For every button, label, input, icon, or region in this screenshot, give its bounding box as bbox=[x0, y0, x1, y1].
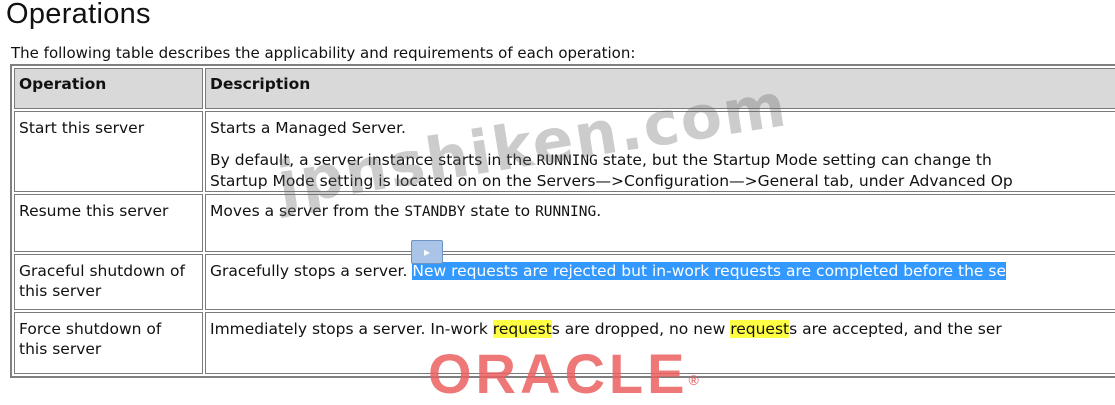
table-row: Start this server Starts a Managed Serve… bbox=[14, 111, 1115, 192]
description-cell[interactable]: Gracefully stops a server. New requests … bbox=[205, 254, 1115, 310]
description-text: Startup Mode setting is located on on th… bbox=[210, 172, 1013, 190]
state-keyword: RUNNING bbox=[536, 153, 598, 169]
table-header-row: Operation Description bbox=[14, 68, 1115, 109]
table-row: Resume this server Moves a server from t… bbox=[14, 194, 1115, 252]
table-row: Force shutdown of this server Immediatel… bbox=[14, 312, 1115, 374]
description-text: Moves a server from the bbox=[210, 202, 405, 220]
description-text: Gracefully stops a server. bbox=[210, 262, 413, 280]
operation-cell: Start this server bbox=[14, 111, 203, 192]
description-text: Immediately stops a server. In-work bbox=[210, 320, 493, 338]
operation-text: Force shutdown of bbox=[19, 320, 162, 338]
state-keyword: RUNNING bbox=[535, 204, 597, 220]
description-text: state, but the Startup Mode setting can … bbox=[597, 151, 992, 169]
column-header-operation: Operation bbox=[14, 68, 203, 109]
description-text: By default, a server instance starts in … bbox=[210, 150, 1115, 171]
intro-text: The following table describes the applic… bbox=[11, 44, 636, 62]
search-highlight: request bbox=[492, 320, 552, 338]
selected-text[interactable]: New requests are rejected but in-work re… bbox=[412, 262, 1006, 280]
table-row: Graceful shutdown of this server Gracefu… bbox=[14, 254, 1115, 310]
operation-text: Graceful shutdown of bbox=[19, 262, 185, 280]
description-cell: Immediately stops a server. In-work requ… bbox=[205, 312, 1115, 374]
operation-text: this server bbox=[19, 340, 102, 358]
description-text: state to bbox=[465, 202, 536, 220]
description-cell: Starts a Managed Server. By default, a s… bbox=[205, 111, 1115, 192]
state-keyword: STANDBY bbox=[404, 204, 466, 220]
page-title: Operations bbox=[6, 0, 151, 30]
description-text: Starts a Managed Server. bbox=[210, 119, 406, 137]
operation-cell: Resume this server bbox=[14, 194, 203, 252]
description-text: s are dropped, no new bbox=[551, 320, 731, 338]
search-highlight: request bbox=[730, 320, 790, 338]
description-text: . bbox=[596, 202, 602, 220]
text-selection-icon[interactable]: ▸ bbox=[411, 240, 443, 264]
column-header-description: Description bbox=[205, 68, 1115, 109]
operation-cell: Force shutdown of this server bbox=[14, 312, 203, 374]
operation-cell: Graceful shutdown of this server bbox=[14, 254, 203, 310]
description-text: s are accepted, and the ser bbox=[789, 320, 1002, 338]
description-text: By default, a server instance starts in … bbox=[210, 151, 537, 169]
description-cell: Moves a server from the STANDBY state to… bbox=[205, 194, 1115, 252]
operation-text: this server bbox=[19, 282, 102, 300]
operations-table: Operation Description Start this server … bbox=[10, 64, 1115, 378]
